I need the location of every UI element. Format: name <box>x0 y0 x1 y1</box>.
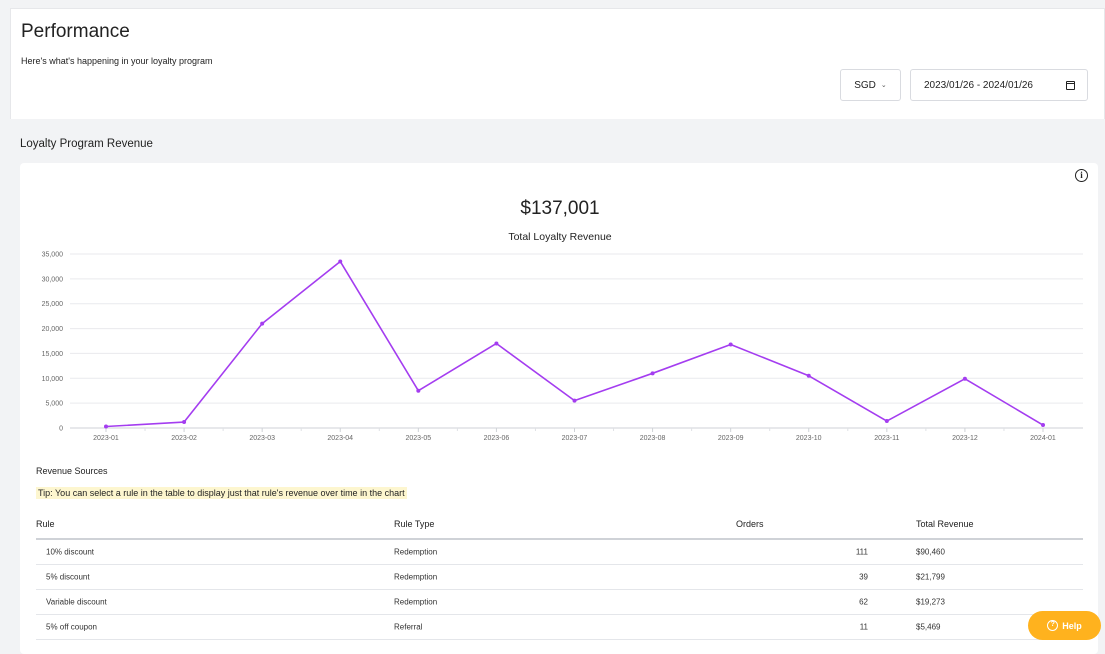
tip-banner: Tip: You can select a rule in the table … <box>36 487 407 499</box>
col-rule-type-header[interactable]: Rule Type <box>394 519 434 529</box>
revenue-cell: $21,799 <box>916 572 945 582</box>
revenue-cell: $90,460 <box>916 547 945 557</box>
y-tick-label: 35,000 <box>42 252 64 259</box>
x-tick-label: 2023-12 <box>952 435 978 442</box>
rule-cell: 10% discount <box>46 547 95 557</box>
rule-type-cell: Redemption <box>394 572 438 582</box>
x-tick-label: 2023-02 <box>171 435 197 442</box>
data-point <box>884 419 889 424</box>
table-row[interactable]: Variable discount Redemption 62 $19,273 <box>36 590 1083 615</box>
data-point <box>728 342 733 347</box>
orders-cell: 111 <box>855 547 868 557</box>
x-tick-label: 2023-06 <box>484 435 510 442</box>
date-range-value: 2023/01/26 - 2024/01/26 <box>924 79 1033 91</box>
y-tick-label: 20,000 <box>42 326 64 333</box>
data-point <box>494 341 499 346</box>
data-point <box>572 398 577 403</box>
currency-value: SGD <box>854 79 876 91</box>
data-point <box>1041 423 1045 428</box>
chart-grid <box>70 253 1083 429</box>
y-axis: 0 5,000 10,000 15,000 20,000 25,000 30,000 35,0… <box>42 252 64 433</box>
table-row[interactable]: 5% discount Redemption 39 $21,799 <box>36 565 1083 590</box>
revenue-sources-title: Revenue Sources <box>36 466 108 476</box>
data-point <box>650 371 655 376</box>
x-tick-label: 2023-11 <box>874 435 899 442</box>
table-row[interactable]: 10% discount Redemption 111 $90,460 <box>36 540 1083 565</box>
y-tick-label: 30,000 <box>42 276 64 283</box>
chevron-down-icon: ⌄ <box>880 82 887 89</box>
revenue-sources-table: Rule Rule Type Orders Total Revenue 10% … <box>36 510 1083 640</box>
x-tick-label: 2024-01 <box>1030 435 1056 442</box>
rule-cell: Variable discount <box>46 597 107 607</box>
y-tick-label: 0 <box>59 426 63 433</box>
revenue-line-chart[interactable]: 0 5,000 10,000 15,000 20,000 25,000 30,000 35,0… <box>0 240 1105 450</box>
orders-cell: 62 <box>859 597 868 607</box>
data-point <box>182 420 187 425</box>
rule-type-cell: Redemption <box>394 597 438 607</box>
total-revenue-value: $137,001 <box>520 198 600 219</box>
data-point <box>416 388 421 393</box>
table-row[interactable]: 5% off coupon Referral 11 $5,469 <box>36 615 1083 640</box>
revenue-cell: $19,273 <box>916 597 945 607</box>
date-range-picker[interactable]: 2023/01/26 - 2024/01/26 <box>910 69 1088 101</box>
orders-cell: 39 <box>859 572 868 582</box>
rule-type-cell: Referral <box>394 622 423 632</box>
rule-cell: 5% off coupon <box>46 622 98 632</box>
question-icon: ? <box>1047 620 1059 631</box>
data-point <box>806 373 811 378</box>
help-button[interactable]: ? Help <box>1028 611 1101 640</box>
data-point <box>338 259 343 264</box>
calendar-icon[interactable] <box>1066 81 1075 90</box>
x-tick-label: 2023-05 <box>405 435 431 442</box>
x-tick-label: 2023-08 <box>640 435 666 442</box>
revenue-cell: $5,469 <box>916 622 941 632</box>
x-axis: 2023-01 2023-02 2023-03 2023-04 2023-05 2023-… <box>93 428 1056 442</box>
y-tick-label: 25,000 <box>42 301 64 308</box>
y-tick-label: 10,000 <box>42 376 64 383</box>
page-subtitle: Here's what's happening in your loyalty … <box>21 56 213 66</box>
rule-type-cell: Redemption <box>394 547 438 557</box>
col-total-revenue-header[interactable]: Total Revenue <box>916 519 974 529</box>
rule-cell: 5% discount <box>46 572 90 582</box>
x-tick-label: 2023-07 <box>562 435 588 442</box>
info-icon[interactable]: i <box>1075 169 1088 182</box>
section-title: Loyalty Program Revenue <box>20 138 153 150</box>
col-rule-header[interactable]: Rule <box>36 519 55 529</box>
help-label: Help <box>1062 620 1082 631</box>
x-tick-label: 2023-03 <box>249 435 275 442</box>
y-tick-label: 5,000 <box>45 401 63 408</box>
table-header: Rule Rule Type Orders Total Revenue <box>36 510 1083 540</box>
data-point <box>104 424 108 429</box>
performance-header: Performance Here's what's happening in y… <box>10 8 1105 119</box>
x-tick-label: 2023-09 <box>718 435 744 442</box>
y-tick-label: 15,000 <box>42 351 64 358</box>
data-point <box>260 321 265 326</box>
x-tick-label: 2023-04 <box>327 435 353 442</box>
currency-select[interactable]: SGD ⌄ <box>840 69 901 101</box>
col-orders-header[interactable]: Orders <box>736 519 764 529</box>
data-point <box>962 376 967 381</box>
orders-cell: 11 <box>859 622 868 632</box>
page-title: Performance <box>21 21 130 42</box>
x-tick-label: 2023-10 <box>796 435 822 442</box>
x-tick-label: 2023-01 <box>93 435 119 442</box>
